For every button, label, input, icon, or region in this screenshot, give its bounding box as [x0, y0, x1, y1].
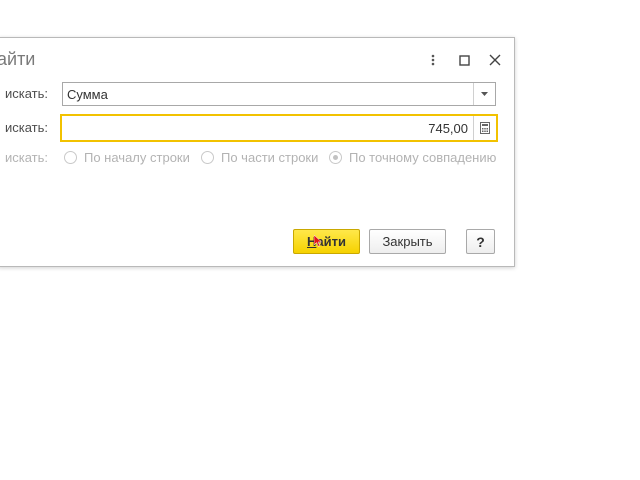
- radio-label: По точному совпадению: [349, 150, 497, 165]
- close-button[interactable]: Закрыть: [369, 229, 446, 254]
- find-button[interactable]: Найти: [293, 229, 360, 254]
- search-field-combo[interactable]: Сумма: [62, 82, 496, 106]
- radio-circle: [64, 151, 77, 164]
- search-field-value: Сумма: [67, 87, 108, 102]
- calculator-icon[interactable]: [473, 116, 496, 140]
- radio-by-part[interactable]: По части строки: [201, 150, 318, 165]
- radio-label: По началу строки: [84, 150, 190, 165]
- field-label: искать:: [5, 86, 49, 101]
- dialog-title: айти: [0, 49, 36, 69]
- help-button[interactable]: ?: [466, 229, 495, 254]
- radio-circle-checked: [329, 151, 342, 164]
- mode-label: искать:: [5, 150, 49, 165]
- chevron-down-icon[interactable]: [473, 83, 495, 105]
- value-label: искать:: [5, 120, 49, 135]
- find-dialog: айти искать: Сумма искать: 745,00 искать…: [0, 37, 515, 267]
- radio-by-start[interactable]: По началу строки: [64, 150, 190, 165]
- more-vertical-icon[interactable]: [423, 50, 443, 70]
- search-value-text: 745,00: [428, 121, 468, 136]
- mouse-cursor-icon: [314, 235, 322, 247]
- close-icon[interactable]: [485, 50, 505, 70]
- radio-circle: [201, 151, 214, 164]
- radio-label: По части строки: [221, 150, 319, 165]
- search-value-input[interactable]: 745,00: [60, 114, 498, 142]
- maximize-icon[interactable]: [454, 50, 474, 70]
- radio-exact-match[interactable]: По точному совпадению: [329, 150, 496, 165]
